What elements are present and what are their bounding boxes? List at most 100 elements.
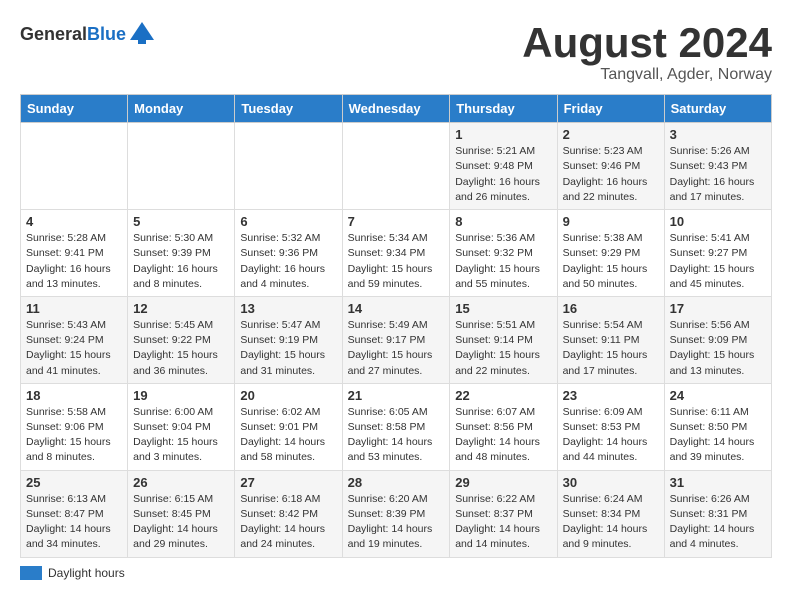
day-number: 17 bbox=[670, 301, 766, 316]
day-number: 8 bbox=[455, 214, 551, 229]
calendar-week-row: 18 Sunrise: 5:58 AM Sunset: 9:06 PM Dayli… bbox=[21, 383, 772, 470]
day-info: Sunrise: 6:24 AM Sunset: 8:34 PM Dayligh… bbox=[563, 492, 659, 553]
calendar-cell: 29 Sunrise: 6:22 AM Sunset: 8:37 PM Dayli… bbox=[450, 470, 557, 557]
calendar-cell: 1 Sunrise: 5:21 AM Sunset: 9:48 PM Daylig… bbox=[450, 123, 557, 210]
weekday-header: Friday bbox=[557, 95, 664, 123]
day-number: 18 bbox=[26, 388, 122, 403]
calendar-cell: 30 Sunrise: 6:24 AM Sunset: 8:34 PM Dayli… bbox=[557, 470, 664, 557]
day-info: Sunrise: 5:36 AM Sunset: 9:32 PM Dayligh… bbox=[455, 231, 551, 292]
calendar-cell: 28Sunrise: 6:20 AM Sunset: 8:39 PM Dayli… bbox=[342, 470, 450, 557]
calendar-week-row: 4 Sunrise: 5:28 AM Sunset: 9:41 PM Daylig… bbox=[21, 210, 772, 297]
weekday-header: Sunday bbox=[21, 95, 128, 123]
day-number: 14 bbox=[348, 301, 445, 316]
calendar-cell: 11 Sunrise: 5:43 AM Sunset: 9:24 PM Dayli… bbox=[21, 296, 128, 383]
day-number: 16 bbox=[563, 301, 659, 316]
day-info: Sunrise: 5:41 AM Sunset: 9:27 PM Dayligh… bbox=[670, 231, 766, 292]
day-number: 11 bbox=[26, 301, 122, 316]
calendar-cell bbox=[342, 123, 450, 210]
day-info: Sunrise: 6:13 AM Sunset: 8:47 PM Dayligh… bbox=[26, 492, 122, 553]
day-info: Sunrise: 5:32 AM Sunset: 9:36 PM Dayligh… bbox=[240, 231, 336, 292]
calendar-cell: 27Sunrise: 6:18 AM Sunset: 8:42 PM Dayli… bbox=[235, 470, 342, 557]
day-info: Sunrise: 6:00 AM Sunset: 9:04 PM Dayligh… bbox=[133, 405, 229, 466]
calendar-week-row: 25Sunrise: 6:13 AM Sunset: 8:47 PM Dayli… bbox=[21, 470, 772, 557]
day-info: Sunrise: 6:11 AM Sunset: 8:50 PM Dayligh… bbox=[670, 405, 766, 466]
day-number: 29 bbox=[455, 475, 551, 490]
day-number: 7 bbox=[348, 214, 445, 229]
page-header: GeneralBlue August 2024 Tangvall, Agder,… bbox=[20, 20, 772, 84]
day-info: Sunrise: 5:45 AM Sunset: 9:22 PM Dayligh… bbox=[133, 318, 229, 379]
logo: GeneralBlue bbox=[20, 20, 156, 48]
calendar-cell: 7 Sunrise: 5:34 AM Sunset: 9:34 PM Daylig… bbox=[342, 210, 450, 297]
calendar-cell: 13 Sunrise: 5:47 AM Sunset: 9:19 PM Dayli… bbox=[235, 296, 342, 383]
calendar-cell: 3Sunrise: 5:26 AM Sunset: 9:43 PM Daylig… bbox=[664, 123, 771, 210]
weekday-header: Tuesday bbox=[235, 95, 342, 123]
calendar-cell: 14 Sunrise: 5:49 AM Sunset: 9:17 PM Dayli… bbox=[342, 296, 450, 383]
day-info: Sunrise: 5:49 AM Sunset: 9:17 PM Dayligh… bbox=[348, 318, 445, 379]
calendar-table: SundayMondayTuesdayWednesdayThursdayFrid… bbox=[20, 94, 772, 557]
day-number: 23 bbox=[563, 388, 659, 403]
day-info: Sunrise: 6:09 AM Sunset: 8:53 PM Dayligh… bbox=[563, 405, 659, 466]
day-info: Sunrise: 5:28 AM Sunset: 9:41 PM Dayligh… bbox=[26, 231, 122, 292]
calendar-cell: 9 Sunrise: 5:38 AM Sunset: 9:29 PM Daylig… bbox=[557, 210, 664, 297]
legend: Daylight hours bbox=[20, 566, 772, 580]
day-number: 26 bbox=[133, 475, 229, 490]
day-number: 9 bbox=[563, 214, 659, 229]
calendar-cell bbox=[21, 123, 128, 210]
calendar-cell: 2Sunrise: 5:23 AM Sunset: 9:46 PM Daylig… bbox=[557, 123, 664, 210]
day-info: Sunrise: 6:05 AM Sunset: 8:58 PM Dayligh… bbox=[348, 405, 445, 466]
calendar-cell: 19 Sunrise: 6:00 AM Sunset: 9:04 PM Dayli… bbox=[128, 383, 235, 470]
day-info: Sunrise: 5:38 AM Sunset: 9:29 PM Dayligh… bbox=[563, 231, 659, 292]
day-info: Sunrise: 6:22 AM Sunset: 8:37 PM Dayligh… bbox=[455, 492, 551, 553]
weekday-header: Monday bbox=[128, 95, 235, 123]
day-number: 30 bbox=[563, 475, 659, 490]
calendar-cell: 15 Sunrise: 5:51 AM Sunset: 9:14 PM Dayli… bbox=[450, 296, 557, 383]
calendar-cell: 22Sunrise: 6:07 AM Sunset: 8:56 PM Dayli… bbox=[450, 383, 557, 470]
day-number: 28 bbox=[348, 475, 445, 490]
calendar-week-row: 11 Sunrise: 5:43 AM Sunset: 9:24 PM Dayli… bbox=[21, 296, 772, 383]
calendar-cell: 31Sunrise: 6:26 AM Sunset: 8:31 PM Dayli… bbox=[664, 470, 771, 557]
day-info: Sunrise: 5:51 AM Sunset: 9:14 PM Dayligh… bbox=[455, 318, 551, 379]
legend-label: Daylight hours bbox=[48, 566, 125, 580]
day-number: 13 bbox=[240, 301, 336, 316]
day-number: 12 bbox=[133, 301, 229, 316]
logo-blue: Blue bbox=[87, 24, 126, 44]
day-info: Sunrise: 5:34 AM Sunset: 9:34 PM Dayligh… bbox=[348, 231, 445, 292]
day-info: Sunrise: 6:07 AM Sunset: 8:56 PM Dayligh… bbox=[455, 405, 551, 466]
calendar-cell: 10Sunrise: 5:41 AM Sunset: 9:27 PM Dayli… bbox=[664, 210, 771, 297]
calendar-cell bbox=[235, 123, 342, 210]
calendar-cell: 18 Sunrise: 5:58 AM Sunset: 9:06 PM Dayli… bbox=[21, 383, 128, 470]
day-number: 19 bbox=[133, 388, 229, 403]
day-info: Sunrise: 5:47 AM Sunset: 9:19 PM Dayligh… bbox=[240, 318, 336, 379]
calendar-header: SundayMondayTuesdayWednesdayThursdayFrid… bbox=[21, 95, 772, 123]
day-number: 4 bbox=[26, 214, 122, 229]
calendar-cell: 12 Sunrise: 5:45 AM Sunset: 9:22 PM Dayli… bbox=[128, 296, 235, 383]
page-title: August 2024 bbox=[522, 20, 772, 66]
day-info: Sunrise: 6:26 AM Sunset: 8:31 PM Dayligh… bbox=[670, 492, 766, 553]
calendar-cell: 20 Sunrise: 6:02 AM Sunset: 9:01 PM Dayli… bbox=[235, 383, 342, 470]
day-number: 1 bbox=[455, 127, 551, 142]
day-info: Sunrise: 5:58 AM Sunset: 9:06 PM Dayligh… bbox=[26, 405, 122, 466]
day-info: Sunrise: 5:23 AM Sunset: 9:46 PM Dayligh… bbox=[563, 144, 659, 205]
day-info: Sunrise: 5:56 AM Sunset: 9:09 PM Dayligh… bbox=[670, 318, 766, 379]
day-number: 24 bbox=[670, 388, 766, 403]
calendar-cell bbox=[128, 123, 235, 210]
calendar-cell: 17 Sunrise: 5:56 AM Sunset: 9:09 PM Dayli… bbox=[664, 296, 771, 383]
day-info: Sunrise: 5:26 AM Sunset: 9:43 PM Dayligh… bbox=[670, 144, 766, 205]
page-subtitle: Tangvall, Agder, Norway bbox=[522, 66, 772, 84]
calendar-cell: 25Sunrise: 6:13 AM Sunset: 8:47 PM Dayli… bbox=[21, 470, 128, 557]
day-number: 15 bbox=[455, 301, 551, 316]
day-info: Sunrise: 5:21 AM Sunset: 9:48 PM Dayligh… bbox=[455, 144, 551, 205]
day-info: Sunrise: 5:43 AM Sunset: 9:24 PM Dayligh… bbox=[26, 318, 122, 379]
logo-icon bbox=[128, 20, 156, 48]
calendar-cell: 4 Sunrise: 5:28 AM Sunset: 9:41 PM Daylig… bbox=[21, 210, 128, 297]
legend-color-box bbox=[20, 566, 42, 580]
day-number: 27 bbox=[240, 475, 336, 490]
weekday-header: Saturday bbox=[664, 95, 771, 123]
day-info: Sunrise: 5:30 AM Sunset: 9:39 PM Dayligh… bbox=[133, 231, 229, 292]
calendar-cell: 24 Sunrise: 6:11 AM Sunset: 8:50 PM Dayli… bbox=[664, 383, 771, 470]
day-info: Sunrise: 6:15 AM Sunset: 8:45 PM Dayligh… bbox=[133, 492, 229, 553]
day-number: 20 bbox=[240, 388, 336, 403]
title-block: August 2024 Tangvall, Agder, Norway bbox=[522, 20, 772, 84]
weekday-header-row: SundayMondayTuesdayWednesdayThursdayFrid… bbox=[21, 95, 772, 123]
day-info: Sunrise: 6:02 AM Sunset: 9:01 PM Dayligh… bbox=[240, 405, 336, 466]
